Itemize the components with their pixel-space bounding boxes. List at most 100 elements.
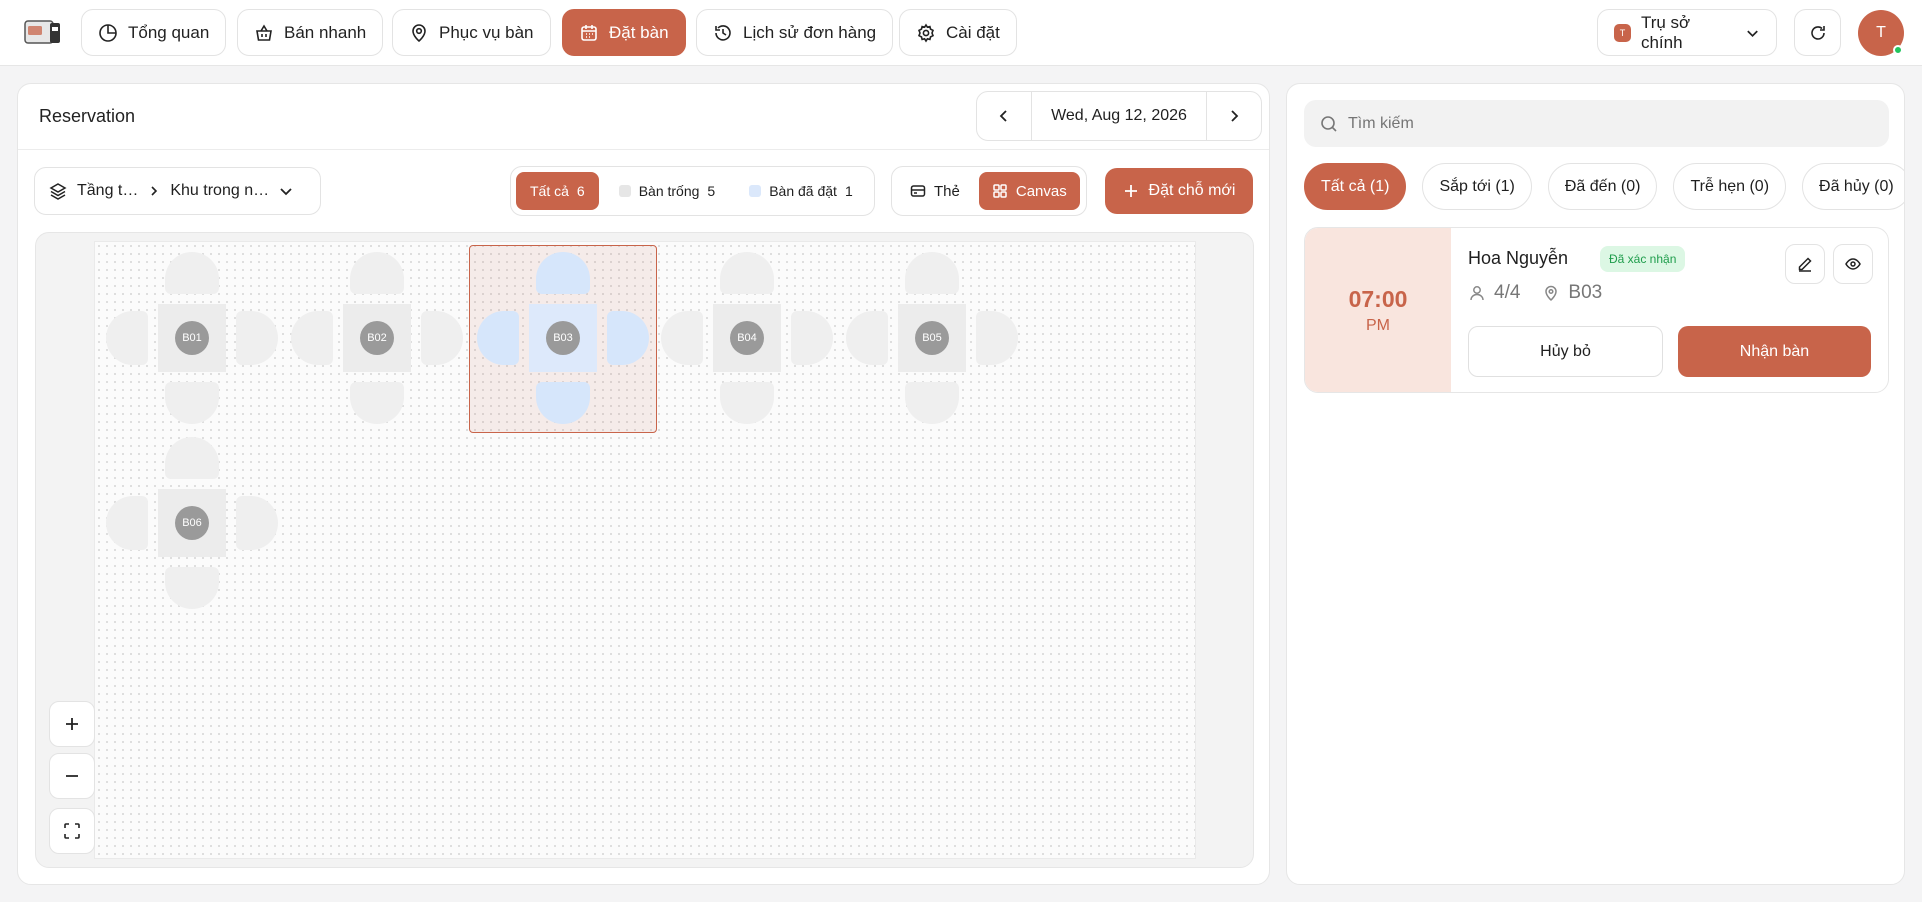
pos-logo-icon[interactable] — [24, 18, 61, 48]
chair — [236, 496, 278, 550]
chair — [236, 311, 278, 365]
table-status-filter: Tất cả 6 Bàn trống 5 Bàn đã đặt 1 — [510, 166, 875, 216]
view-label: Thẻ — [934, 182, 960, 200]
location-pin-icon — [1545, 285, 1558, 302]
nav-cai-dat[interactable]: Cài đặt — [899, 9, 1017, 56]
nav-label: Lịch sử đơn hàng — [743, 22, 877, 42]
filter-all[interactable]: Tất cả 6 — [516, 172, 599, 210]
prev-date-button[interactable] — [977, 92, 1031, 140]
search-input[interactable] — [1348, 114, 1868, 133]
chair — [350, 382, 404, 424]
avatar-initial: T — [1876, 24, 1886, 41]
reservation-status-tabs: Tất cả (1) Sắp tới (1) Đã đến (0) Trễ hẹ… — [1304, 163, 1904, 210]
nav-dat-ban[interactable]: Đặt bàn — [562, 9, 686, 56]
chair — [720, 252, 774, 294]
table-top: B06 — [158, 489, 226, 557]
tab-late[interactable]: Trễ hẹn (0) — [1673, 163, 1787, 210]
nav-phuc-vu-ban[interactable]: Phục vụ bàn — [392, 9, 551, 56]
fit-screen-icon — [64, 823, 80, 839]
current-date[interactable]: Wed, Aug 12, 2026 — [1031, 92, 1207, 140]
chair — [976, 311, 1018, 365]
floor-label: Tầng t… — [77, 182, 139, 199]
view-canvas[interactable]: Canvas — [978, 172, 1080, 210]
table-label: B06 — [175, 506, 209, 540]
table-b05[interactable]: B05 — [846, 252, 1018, 424]
pie-chart-icon — [99, 23, 117, 42]
search-icon — [1321, 115, 1337, 132]
table-b06[interactable]: B06 — [106, 437, 278, 609]
chair — [477, 311, 519, 365]
view-card[interactable]: Thẻ — [897, 172, 973, 210]
header-divider — [18, 149, 1269, 150]
reservation-card[interactable]: 07:00 PM Hoa Nguyễn Đã xác nhận 4/4 B03 … — [1304, 227, 1889, 393]
empty-swatch-icon — [618, 185, 631, 197]
fit-screen-button[interactable] — [49, 808, 95, 854]
table-label: B02 — [360, 321, 394, 355]
new-reservation-label: Đặt chỗ mới — [1148, 182, 1236, 199]
filter-count: 1 — [844, 183, 853, 199]
plus-icon — [1124, 185, 1137, 197]
tab-all[interactable]: Tất cả (1) — [1304, 163, 1407, 210]
guest-name: Hoa Nguyễn — [1468, 248, 1569, 268]
chevron-right-icon — [1231, 110, 1239, 122]
chair — [607, 311, 649, 365]
refresh-button[interactable] — [1794, 9, 1841, 56]
guest-count: 4/4 — [1494, 282, 1521, 303]
nav-label: Tổng quan — [128, 22, 210, 42]
chair — [905, 252, 959, 294]
booked-swatch-icon — [749, 185, 762, 197]
nav-label: Cài đặt — [946, 22, 1000, 42]
waiter-icon — [412, 23, 426, 42]
nav-tong-quan[interactable]: Tổng quan — [81, 9, 227, 56]
zoom-out-button[interactable] — [49, 753, 95, 799]
user-avatar[interactable]: T — [1858, 10, 1904, 56]
top-navigation-bar: Tổng quan Bán nhanh Phục vụ bàn Đặt bàn … — [0, 0, 1922, 66]
nav-ban-nhanh[interactable]: Bán nhanh — [237, 9, 384, 56]
filter-booked[interactable]: Bàn đã đặt 1 — [735, 172, 867, 210]
chair — [165, 437, 219, 479]
tab-arrived[interactable]: Đã đến (0) — [1547, 163, 1658, 210]
card-icon — [910, 185, 926, 197]
filter-count: 5 — [707, 183, 716, 199]
branch-label: Trụ sở chính — [1640, 12, 1691, 52]
zone-label: Khu trong n… — [170, 182, 270, 199]
chair — [421, 311, 463, 365]
nav-lich-su-don-hang[interactable]: Lịch sử đơn hàng — [696, 9, 894, 56]
table-b04[interactable]: B04 — [661, 252, 833, 424]
chevron-down-icon — [1747, 30, 1758, 37]
table-b02[interactable]: B02 — [291, 252, 463, 424]
status-badge: Đã xác nhận — [1600, 246, 1686, 272]
table-b01[interactable]: B01 — [106, 252, 278, 424]
layers-icon — [49, 183, 67, 200]
minus-icon — [66, 775, 78, 777]
floor-plan-canvas: B01 B02 B03 B04 B05 B06 — [35, 232, 1254, 868]
zoom-in-button[interactable] — [49, 701, 95, 747]
history-icon — [715, 24, 731, 41]
calendar-icon — [581, 24, 597, 41]
chair — [536, 252, 590, 294]
table-top: B01 — [158, 304, 226, 372]
chair — [165, 567, 219, 609]
edit-button[interactable] — [1785, 244, 1825, 284]
area-selector[interactable]: Tầng t… Khu trong n… — [34, 167, 321, 215]
view-toggle: Thẻ Canvas — [891, 166, 1087, 216]
tab-upcoming[interactable]: Sắp tới (1) — [1422, 163, 1532, 210]
cancel-reservation-button[interactable]: Hủy bỏ — [1468, 326, 1663, 377]
chair — [165, 252, 219, 294]
view-button[interactable] — [1833, 244, 1873, 284]
chevron-left-icon — [999, 110, 1007, 122]
branch-selector[interactable]: T Trụ sở chính — [1597, 9, 1777, 56]
next-date-button[interactable] — [1207, 92, 1261, 140]
new-reservation-button[interactable]: Đặt chỗ mới — [1105, 168, 1253, 214]
chair — [661, 311, 703, 365]
filter-count: 6 — [576, 183, 585, 199]
tab-cancelled[interactable]: Đã hủy (0) — [1802, 163, 1904, 210]
nav-label: Bán nhanh — [284, 22, 367, 42]
nav-label: Phục vụ bàn — [439, 22, 534, 42]
table-b03[interactable]: B03 — [477, 252, 649, 424]
seat-guest-button[interactable]: Nhận bàn — [1678, 326, 1871, 377]
filter-empty[interactable]: Bàn trống 5 — [605, 172, 730, 210]
chair — [791, 311, 833, 365]
canvas-area[interactable]: B01 B02 B03 B04 B05 B06 — [94, 241, 1196, 859]
page-title: Reservation — [39, 106, 136, 126]
